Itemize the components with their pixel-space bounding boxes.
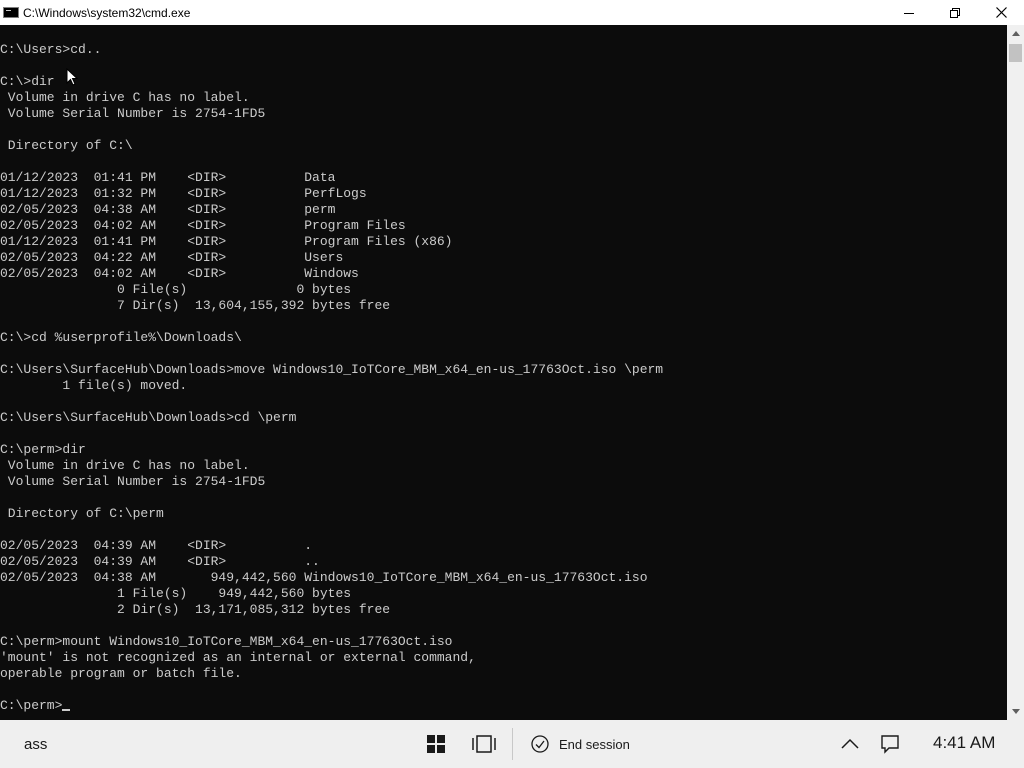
window-title: C:\Windows\system32\cmd.exe	[23, 5, 191, 20]
console-line: 02/05/2023 04:22 AM <DIR> Users	[0, 250, 344, 265]
console-line: 01/12/2023 01:41 PM <DIR> Data	[0, 170, 336, 185]
console-line: 1 file(s) moved.	[0, 378, 188, 393]
console-line: 'mount' is not recognized as an internal…	[0, 650, 476, 665]
taskbar: ass End session 4:41 AM	[0, 720, 1024, 768]
console-line: 02/05/2023 04:02 AM <DIR> Windows	[0, 266, 359, 281]
console-line: 02/05/2023 04:02 AM <DIR> Program Files	[0, 218, 406, 233]
vertical-scrollbar[interactable]	[1007, 25, 1024, 720]
console-line: 7 Dir(s) 13,604,155,392 bytes free	[0, 298, 391, 313]
console-line: Directory of C:\perm	[0, 506, 164, 521]
scroll-up-icon	[1011, 31, 1020, 36]
window-controls	[886, 0, 1024, 25]
chevron-up-icon[interactable]	[840, 736, 860, 752]
console-line: Volume in drive C has no label.	[0, 90, 250, 105]
console-line: C:\Users\SurfaceHub\Downloads>move Windo…	[0, 362, 664, 377]
user-label[interactable]: ass	[24, 736, 47, 753]
text-cursor	[62, 709, 71, 711]
restore-button[interactable]	[932, 0, 978, 25]
console-line: C:\Users>cd..	[0, 42, 102, 57]
console-line: C:\>cd %userprofile%\Downloads\	[0, 330, 242, 345]
notification-icon[interactable]	[880, 734, 900, 754]
console-line: 02/05/2023 04:38 AM 949,442,560 Windows1…	[0, 570, 648, 585]
console-line: Volume in drive C has no label.	[0, 458, 250, 473]
cmd-app-icon[interactable]	[3, 7, 19, 18]
console-line: 02/05/2023 04:39 AM <DIR> ..	[0, 554, 320, 569]
minimize-icon	[904, 12, 914, 14]
console-line: 2 Dir(s) 13,171,085,312 bytes free	[0, 602, 391, 617]
scroll-down-icon	[1011, 709, 1020, 714]
console-line: C:\perm>dir	[0, 442, 86, 457]
console-line: operable program or batch file.	[0, 666, 242, 681]
minimize-button[interactable]	[886, 0, 932, 25]
close-button[interactable]	[978, 0, 1024, 25]
end-session-button[interactable]: End session	[531, 734, 630, 754]
console-line: C:\>dir	[0, 74, 55, 89]
window-titlebar[interactable]: C:\Windows\system32\cmd.exe	[0, 0, 1024, 25]
mouse-pointer-icon	[66, 68, 78, 86]
console-output[interactable]: C:\Users>cd.. C:\>dir Volume in drive C h…	[0, 25, 1007, 720]
console-line: Directory of C:\	[0, 138, 133, 153]
console-line: 02/05/2023 04:38 AM <DIR> perm	[0, 202, 336, 217]
console-line: 0 File(s) 0 bytes	[0, 282, 352, 297]
console-line: 1 File(s) 949,442,560 bytes	[0, 586, 352, 601]
console-prompt-line[interactable]: C:\perm>	[0, 698, 663, 714]
console-line: Volume Serial Number is 2754-1FD5	[0, 474, 266, 489]
close-icon	[995, 7, 1007, 18]
task-view-icon[interactable]	[471, 734, 497, 754]
console-line: C:\Users\SurfaceHub\Downloads>cd \perm	[0, 410, 297, 425]
console-line: 02/05/2023 04:39 AM <DIR> .	[0, 538, 313, 553]
scroll-thumb[interactable]	[1009, 44, 1022, 62]
taskbar-clock[interactable]: 4:41 AM	[933, 733, 995, 753]
console-prompt: C:\perm>	[0, 698, 63, 713]
console-line: C:\perm>mount Windows10_IoTCore_MBM_x64_…	[0, 634, 453, 649]
windows-start-icon[interactable]	[426, 734, 446, 754]
check-circle-icon	[531, 735, 549, 753]
scroll-up-button[interactable]	[1007, 25, 1024, 42]
console-lines: C:\Users>cd.. C:\>dir Volume in drive C h…	[0, 42, 663, 714]
console-line: Volume Serial Number is 2754-1FD5	[0, 106, 266, 121]
taskbar-separator	[512, 728, 513, 760]
restore-icon	[950, 7, 960, 18]
end-session-label: End session	[559, 736, 630, 752]
scroll-down-button[interactable]	[1007, 703, 1024, 720]
console-line: 01/12/2023 01:32 PM <DIR> PerfLogs	[0, 186, 367, 201]
console-line: 01/12/2023 01:41 PM <DIR> Program Files …	[0, 234, 453, 249]
